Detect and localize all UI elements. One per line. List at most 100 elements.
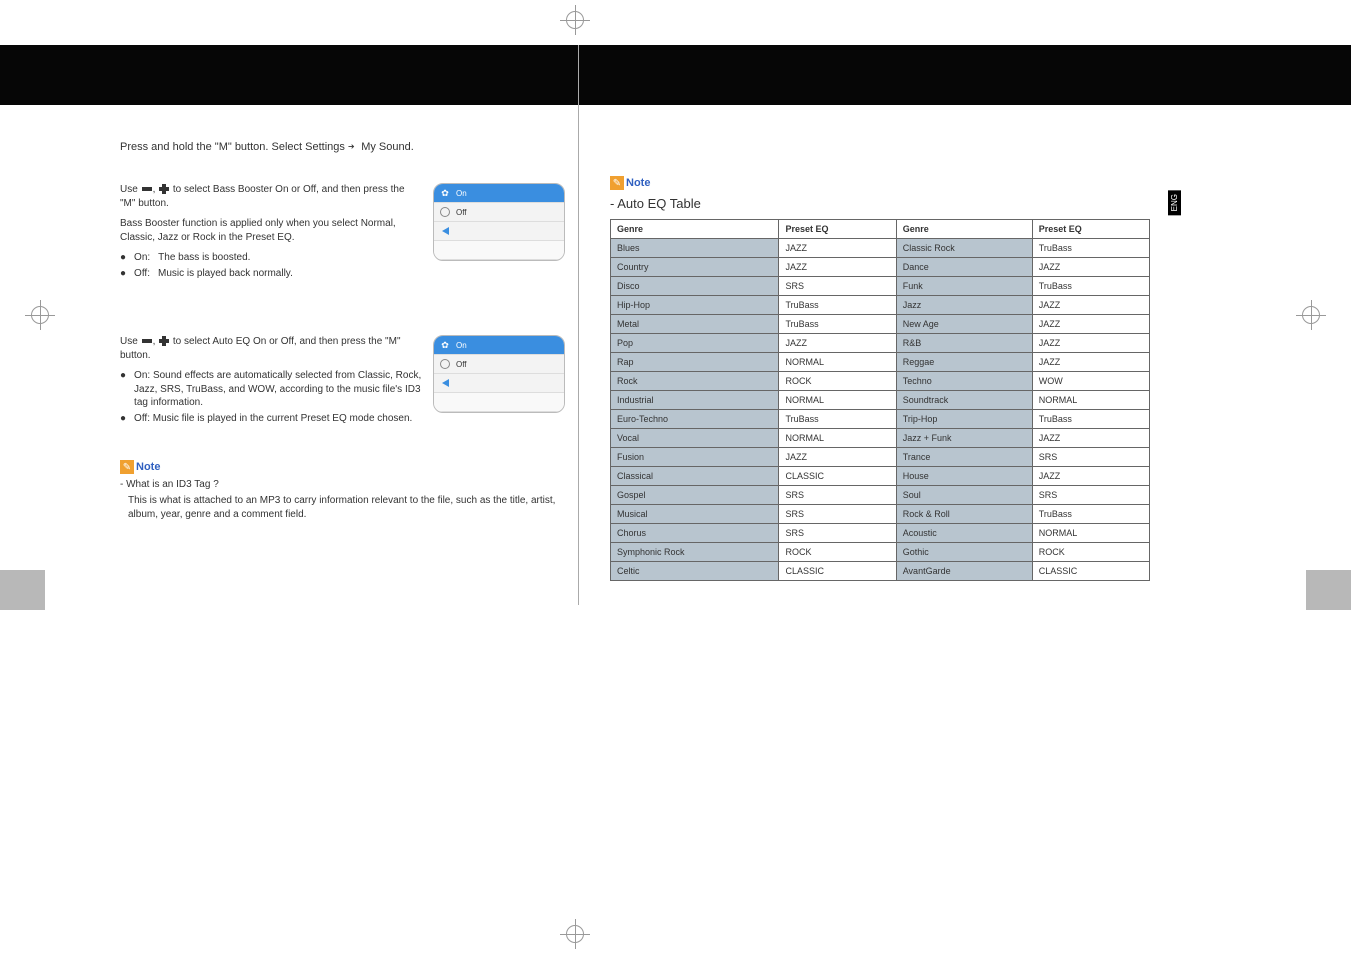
bullet-on-text: Sound effects are automatically selected…: [134, 370, 421, 408]
cell-eq: TruBass: [1032, 410, 1149, 429]
cell-genre: R&B: [896, 334, 1032, 353]
cell-eq: TruBass: [1032, 239, 1149, 258]
page-divider: [578, 45, 579, 605]
cell-genre: Country: [611, 258, 779, 277]
table-row: MetalTruBassNew AgeJAZZ: [611, 315, 1150, 334]
cell-eq: TruBass: [779, 296, 896, 315]
cell-genre: Trance: [896, 448, 1032, 467]
speaker-icon: [440, 359, 450, 369]
cell-genre: Chorus: [611, 524, 779, 543]
bullet-off-text: Music file is played in the current Pres…: [153, 413, 413, 424]
auto-eq-table-title: - Auto EQ Table: [610, 196, 1170, 211]
bullet-off: ● Off: Music is played back normally.: [120, 267, 430, 281]
device-row-on: ✿On: [434, 184, 564, 203]
bullet-dot-icon: ●: [120, 251, 126, 265]
cell-eq: NORMAL: [1032, 524, 1149, 543]
intro-text: Press and hold the "M" button. Select Se…: [120, 140, 560, 153]
minus-icon: [142, 187, 152, 191]
intro-part2: My Sound.: [361, 141, 414, 153]
cell-eq: ROCK: [1032, 543, 1149, 562]
bass-booster-instruction: Use , to select Bass Booster On or Off, …: [120, 183, 420, 211]
cell-eq: JAZZ: [779, 239, 896, 258]
cell-genre: Reggae: [896, 353, 1032, 372]
header-blackbar: [0, 45, 1351, 105]
cell-eq: SRS: [1032, 486, 1149, 505]
cell-eq: JAZZ: [779, 334, 896, 353]
cell-eq: SRS: [779, 505, 896, 524]
margin-block-right: [1306, 570, 1351, 610]
device-row-back: [434, 222, 564, 241]
cell-eq: CLASSIC: [1032, 562, 1149, 581]
cell-eq: CLASSIC: [779, 467, 896, 486]
cell-genre: Soundtrack: [896, 391, 1032, 410]
cell-genre: Soul: [896, 486, 1032, 505]
device-label-on: On: [456, 341, 467, 350]
table-row: BluesJAZZClassic RockTruBass: [611, 239, 1150, 258]
cell-eq: SRS: [1032, 448, 1149, 467]
cell-eq: NORMAL: [779, 353, 896, 372]
cell-eq: WOW: [1032, 372, 1149, 391]
table-row: ChorusSRSAcousticNORMAL: [611, 524, 1150, 543]
bullet-off-text: Music is played back normally.: [158, 267, 293, 281]
crop-mark-top: [560, 5, 590, 35]
bullet-on-label: On:: [134, 251, 150, 265]
th-genre: Genre: [611, 220, 779, 239]
cell-genre: Dance: [896, 258, 1032, 277]
cell-genre: Metal: [611, 315, 779, 334]
cell-genre: Pop: [611, 334, 779, 353]
cell-genre: Trip-Hop: [896, 410, 1032, 429]
device-row-back: [434, 374, 564, 393]
note-body: This is what is attached to an MP3 to ca…: [120, 494, 560, 522]
table-row: DiscoSRSFunkTruBass: [611, 277, 1150, 296]
auto-eq-section: Use , to select Auto EQ On or Off, and t…: [120, 335, 560, 425]
table-row: PopJAZZR&BJAZZ: [611, 334, 1150, 353]
plus-icon: [159, 336, 169, 346]
table-row: ClassicalCLASSICHouseJAZZ: [611, 467, 1150, 486]
cell-genre: Gothic: [896, 543, 1032, 562]
cell-eq: CLASSIC: [779, 562, 896, 581]
table-row: RapNORMALReggaeJAZZ: [611, 353, 1150, 372]
cell-genre: Symphonic Rock: [611, 543, 779, 562]
gear-icon: ✿: [440, 340, 450, 350]
cell-eq: TruBass: [779, 410, 896, 429]
bullet-on: ● On: Sound effects are automatically se…: [120, 369, 430, 410]
bullet-on: ● On: The bass is boosted.: [120, 251, 430, 265]
cell-eq: NORMAL: [779, 429, 896, 448]
cell-eq: ROCK: [779, 543, 896, 562]
note-label: Note: [136, 461, 160, 473]
cell-eq: ROCK: [779, 372, 896, 391]
text-mid: ,: [153, 336, 159, 347]
cell-genre: Acoustic: [896, 524, 1032, 543]
bass-booster-note: Bass Booster function is applied only wh…: [120, 217, 420, 245]
table-row: CelticCLASSICAvantGardeCLASSIC: [611, 562, 1150, 581]
note-title: - What is an ID3 Tag ?: [120, 478, 560, 492]
device-row-blank: [434, 393, 564, 412]
minus-icon: [142, 339, 152, 343]
bullet-dot-icon: ●: [120, 267, 126, 281]
cell-eq: NORMAL: [1032, 391, 1149, 410]
table-row: Hip-HopTruBassJazzJAZZ: [611, 296, 1150, 315]
bullet-on-text: The bass is boosted.: [158, 251, 250, 265]
text-pre: Use: [120, 336, 141, 347]
cell-eq: SRS: [779, 524, 896, 543]
cell-genre: Celtic: [611, 562, 779, 581]
cell-eq: JAZZ: [1032, 353, 1149, 372]
bullet-dot-icon: ●: [120, 369, 126, 410]
th-preset: Preset EQ: [1032, 220, 1149, 239]
plus-icon: [159, 184, 169, 194]
table-row: MusicalSRSRock & RollTruBass: [611, 505, 1150, 524]
cell-eq: TruBass: [1032, 505, 1149, 524]
crop-mark-bottom: [560, 919, 590, 949]
cell-eq: JAZZ: [1032, 296, 1149, 315]
left-page: Press and hold the "M" button. Select Se…: [120, 140, 560, 524]
bass-booster-section: Use , to select Bass Booster On or Off, …: [120, 183, 560, 280]
bullet-off-label: Off:: [134, 413, 150, 424]
gear-icon: ✿: [440, 188, 450, 198]
cell-genre: Industrial: [611, 391, 779, 410]
table-row: FusionJAZZTranceSRS: [611, 448, 1150, 467]
cell-genre: Classic Rock: [896, 239, 1032, 258]
back-triangle-icon: [440, 226, 450, 236]
cell-genre: Gospel: [611, 486, 779, 505]
cell-eq: SRS: [779, 486, 896, 505]
cell-genre: Jazz + Funk: [896, 429, 1032, 448]
